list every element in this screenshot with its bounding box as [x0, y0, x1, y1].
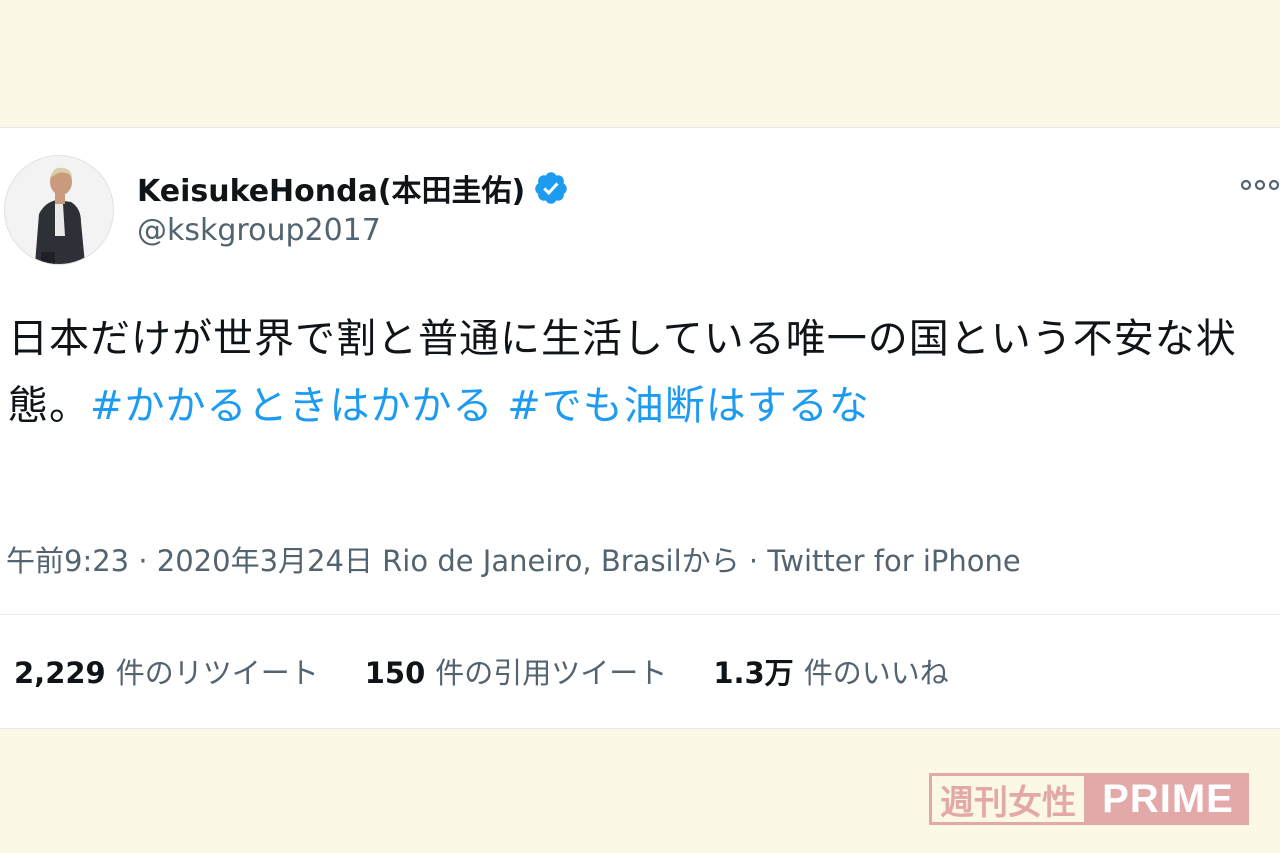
hashtag-link[interactable]: #かかるときはかかる	[90, 383, 494, 429]
retweets-label: 件のリツイート	[115, 656, 319, 690]
tweet-text: 日本だけが世界で割と普通に生活している唯一の国という不安な状態。#かかるときはか…	[8, 306, 1276, 440]
tweet-date[interactable]: 2020年3月24日	[157, 544, 373, 578]
retweets-stat[interactable]: 2,229 件のリツイート	[14, 650, 319, 692]
quotes-label: 件の引用ツイート	[435, 656, 668, 690]
likes-stat[interactable]: 1.3万 件のいいね	[713, 650, 948, 692]
tweet-source[interactable]: Twitter for iPhone	[767, 544, 1020, 578]
engagement-stats: 2,229 件のリツイート 150 件の引用ツイート 1.3万 件のいいね	[14, 650, 995, 692]
tweet-metadata: 午前9:23 · 2020年3月24日 Rio de Janeiro, Bras…	[6, 538, 1021, 580]
avatar-photo	[5, 156, 113, 264]
tweet-location[interactable]: Rio de Janeiro, Brasilから	[382, 544, 740, 578]
tweet-card: KeisukeHonda(本田圭佑) @kskgroup2017 日本だけが世界…	[0, 127, 1280, 729]
avatar[interactable]	[4, 155, 114, 265]
watermark-en: PRIME	[1087, 773, 1249, 825]
separator: ·	[138, 544, 148, 578]
divider	[0, 614, 1280, 615]
separator: ·	[748, 544, 759, 578]
username[interactable]: @kskgroup2017	[137, 213, 381, 248]
quotes-count: 150	[364, 656, 426, 690]
likes-count: 1.3万	[713, 656, 794, 690]
verified-badge-icon	[533, 170, 569, 206]
more-options-icon[interactable]	[1240, 173, 1280, 197]
display-name-row: KeisukeHonda(本田圭佑)	[137, 166, 569, 210]
display-name[interactable]: KeisukeHonda(本田圭佑)	[137, 166, 525, 210]
watermark-jp: 週刊女性	[929, 773, 1087, 825]
retweets-count: 2,229	[14, 656, 106, 690]
quotes-stat[interactable]: 150 件の引用ツイート	[365, 650, 668, 692]
likes-label: 件のいいね	[803, 656, 949, 690]
tweet-time[interactable]: 午前9:23	[6, 544, 129, 578]
hashtag-link[interactable]: #でも油断はするな	[507, 383, 870, 429]
watermark-logo: 週刊女性 PRIME	[929, 773, 1249, 825]
